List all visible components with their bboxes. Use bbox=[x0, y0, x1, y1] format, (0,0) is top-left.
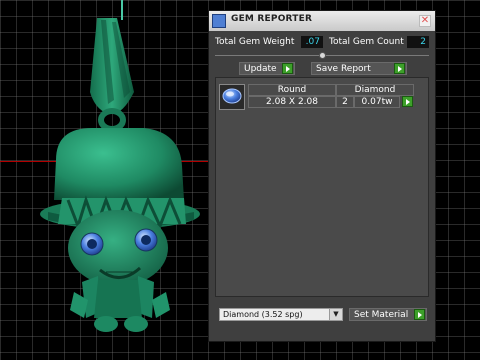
gem-thumbnail[interactable] bbox=[219, 84, 245, 110]
material-select-value: Diamond (3.52 spg) bbox=[223, 310, 303, 319]
set-material-button[interactable]: Set Material bbox=[349, 308, 427, 321]
panel-title: GEM REPORTER bbox=[231, 14, 313, 24]
gem-weight-cell: 0.07tw bbox=[354, 96, 400, 108]
splitter-handle[interactable] bbox=[319, 52, 326, 59]
title-bar[interactable]: GEM REPORTER ✕ bbox=[209, 11, 435, 31]
gem-reporter-app-icon bbox=[212, 14, 226, 28]
gem-shape-header: Round bbox=[248, 84, 336, 96]
gem-reporter-panel: GEM REPORTER ✕ Total Gem Weight .07 Tota… bbox=[208, 10, 436, 342]
app-window: GEM REPORTER ✕ Total Gem Weight .07 Tota… bbox=[0, 0, 480, 360]
save-report-button-label: Save Report bbox=[316, 64, 371, 74]
pendant-model[interactable] bbox=[34, 0, 214, 345]
total-gem-count-value: 2 bbox=[407, 36, 429, 48]
round-gem-icon bbox=[222, 88, 242, 104]
total-gem-count-label: Total Gem Count bbox=[329, 37, 404, 47]
update-button-label: Update bbox=[244, 64, 277, 74]
save-report-button[interactable]: Save Report bbox=[311, 62, 407, 75]
character-body bbox=[70, 276, 170, 332]
set-material-button-label: Set Material bbox=[354, 310, 409, 320]
save-report-go-icon bbox=[394, 63, 405, 74]
character-face bbox=[68, 210, 168, 286]
material-select[interactable]: Diamond (3.52 spg) ▼ bbox=[219, 308, 343, 321]
update-button[interactable]: Update bbox=[239, 62, 295, 75]
chevron-down-icon[interactable]: ▼ bbox=[329, 309, 342, 320]
gem-size-cell: 2.08 X 2.08 bbox=[248, 96, 336, 108]
gem-row-go-button[interactable] bbox=[402, 96, 413, 107]
pendant-bail bbox=[90, 0, 134, 132]
total-gem-weight-label: Total Gem Weight bbox=[215, 37, 295, 47]
gem-list[interactable]: Round Diamond 2.08 X 2.08 2 0.07tw bbox=[215, 77, 429, 297]
gem-count-cell: 2 bbox=[336, 96, 354, 108]
update-go-icon bbox=[282, 63, 293, 74]
total-gem-weight-value: .07 bbox=[301, 36, 323, 48]
set-material-go-icon bbox=[414, 309, 425, 320]
gem-material-header: Diamond bbox=[336, 84, 414, 96]
close-button[interactable]: ✕ bbox=[419, 15, 431, 27]
